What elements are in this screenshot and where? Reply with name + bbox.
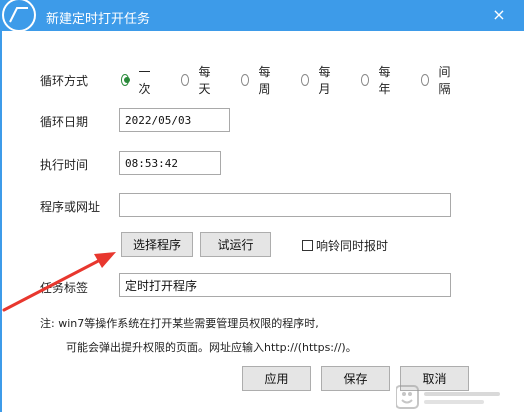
radio-once[interactable]: 一次 [121, 65, 154, 96]
select-program-button[interactable]: 选择程序 [121, 232, 193, 257]
apply-button[interactable]: 应用 [242, 366, 311, 391]
radio-indicator[interactable] [361, 74, 370, 86]
exec-time-label: 执行时间 [40, 158, 89, 172]
cycle-date-input[interactable] [119, 108, 230, 132]
radio-indicator[interactable] [241, 74, 250, 86]
radio-label: 每天 [198, 65, 211, 96]
window-title: 新建定时打开任务 [46, 12, 151, 27]
radio-indicator[interactable] [421, 74, 430, 86]
title-bar[interactable]: 新建定时打开任务 × [0, 0, 524, 32]
test-run-button[interactable]: 试运行 [200, 232, 271, 257]
radio-interval[interactable]: 间隔 [421, 65, 454, 96]
radio-daily[interactable]: 每天 [181, 65, 214, 96]
radio-indicator[interactable] [301, 74, 310, 86]
watermark-logo-icon [396, 385, 500, 409]
dialog-window: 新建定时打开任务 × 循环方式 一次 每天 每周 每月 每年 间隔 循环日期 执… [0, 0, 524, 412]
cycle-date-label: 循环日期 [40, 115, 89, 129]
radio-indicator[interactable] [121, 74, 131, 86]
radio-monthly[interactable]: 每月 [301, 65, 334, 96]
red-arrow-annotation-icon [2, 252, 116, 312]
radio-label: 一次 [138, 65, 151, 96]
chime-checkbox[interactable]: 响铃同时报时 [302, 237, 388, 254]
cycle-mode-label: 循环方式 [40, 74, 89, 88]
save-button[interactable]: 保存 [321, 366, 390, 391]
note-line-2: 可能会弹出提升权限的页面。网址应输入http://(https://)。 [66, 341, 357, 354]
radio-indicator[interactable] [181, 74, 190, 86]
program-url-input[interactable] [119, 193, 451, 217]
radio-yearly[interactable]: 每年 [361, 65, 394, 96]
program-url-label: 程序或网址 [40, 200, 101, 214]
radio-label: 每年 [378, 65, 391, 96]
close-icon[interactable]: × [490, 6, 508, 24]
exec-time-input[interactable] [119, 151, 221, 175]
checkbox-indicator[interactable] [302, 240, 313, 251]
task-label-input[interactable] [119, 273, 451, 297]
radio-label: 每周 [258, 65, 271, 96]
app-logo-icon [2, 0, 36, 32]
window-left-border [0, 31, 2, 412]
checkbox-label: 响铃同时报时 [316, 239, 389, 253]
radio-weekly[interactable]: 每周 [241, 65, 274, 96]
radio-label: 间隔 [438, 65, 451, 96]
radio-label: 每月 [318, 65, 331, 96]
